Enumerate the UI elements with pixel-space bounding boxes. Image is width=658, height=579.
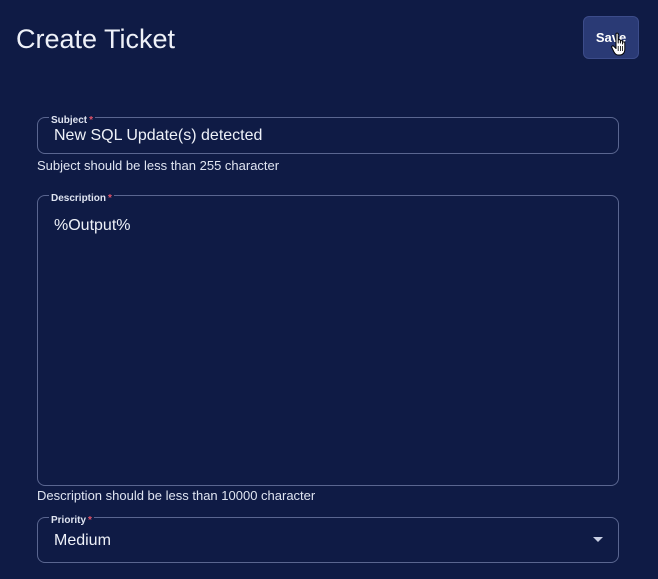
description-label: Description * [49,193,114,205]
subject-label: Subject * [49,115,96,127]
required-marker: * [89,115,94,126]
subject-input[interactable]: New SQL Update(s) detected [54,127,262,145]
page-title: Create Ticket [16,24,176,54]
priority-label: Priority * [49,515,94,527]
required-marker: * [88,515,92,526]
description-textarea[interactable]: %Output% [54,217,130,235]
description-helper-text: Description should be less than 10000 ch… [37,488,316,503]
subject-field[interactable]: Subject * New SQL Update(s) detected [37,115,619,154]
subject-helper-text: Subject should be less than 255 characte… [37,158,280,173]
priority-value: Medium [54,532,111,549]
save-button[interactable]: Save [583,16,639,59]
required-marker: * [108,193,112,204]
description-field[interactable]: Description * %Output% [37,193,619,486]
caret-down-icon[interactable] [593,537,603,542]
priority-select[interactable]: Priority * Medium [37,515,619,563]
